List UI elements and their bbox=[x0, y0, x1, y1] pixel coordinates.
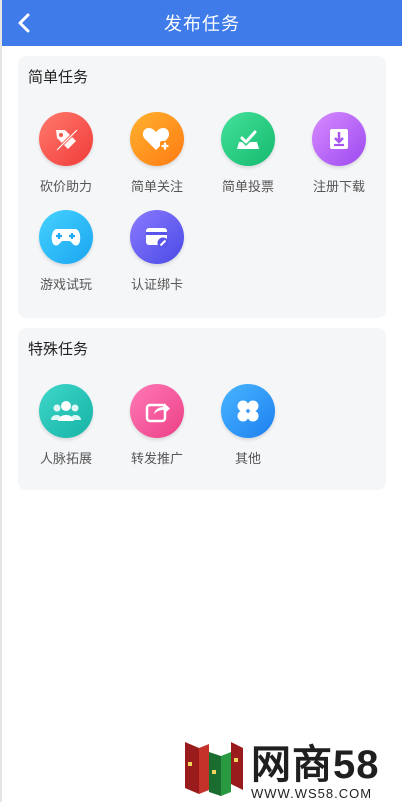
watermark-sub-text: WWW.WS58.COM bbox=[251, 785, 373, 801]
page-left-border bbox=[0, 0, 2, 802]
people-icon bbox=[39, 384, 93, 438]
page-title: 发布任务 bbox=[164, 14, 240, 35]
card-link-icon bbox=[130, 210, 184, 264]
task-label: 砍价助力 bbox=[39, 180, 92, 195]
download-icon bbox=[312, 112, 366, 166]
vote-box-icon bbox=[221, 112, 275, 166]
share-icon bbox=[130, 384, 184, 438]
section-title-simple: 简单任务 bbox=[28, 68, 89, 86]
task-register-download[interactable]: 注册下载 bbox=[299, 112, 379, 195]
task-label: 转发推广 bbox=[130, 452, 183, 467]
watermark-main-text: 网商58 bbox=[251, 742, 380, 787]
task-simple-vote[interactable]: 简单投票 bbox=[208, 112, 288, 195]
price-tag-slash-icon bbox=[39, 112, 93, 166]
special-tasks-card: 特殊任务 人脉拓展 转发推广 其他 bbox=[18, 328, 386, 490]
task-other[interactable]: 其他 bbox=[208, 384, 288, 467]
simple-tasks-card: 简单任务 砍价助力 简单关注 简单投票 注册下载 游戏试玩 认证绑卡 bbox=[18, 56, 386, 318]
cube-logo-icon bbox=[185, 742, 243, 796]
section-title-special: 特殊任务 bbox=[28, 340, 89, 358]
task-label: 游戏试玩 bbox=[39, 278, 92, 293]
app-header: 发布任务 bbox=[2, 0, 402, 46]
task-label: 注册下载 bbox=[312, 180, 365, 195]
chevron-left-icon bbox=[18, 13, 30, 33]
task-label: 简单投票 bbox=[221, 180, 274, 195]
task-bargain-help[interactable]: 砍价助力 bbox=[26, 112, 106, 195]
task-network-expand[interactable]: 人脉拓展 bbox=[26, 384, 106, 467]
task-verify-bind-card[interactable]: 认证绑卡 bbox=[117, 210, 197, 293]
task-share-promote[interactable]: 转发推广 bbox=[117, 384, 197, 467]
task-label: 人脉拓展 bbox=[39, 452, 92, 467]
task-label: 其他 bbox=[234, 452, 261, 467]
task-label: 简单关注 bbox=[130, 180, 183, 195]
back-button[interactable] bbox=[12, 11, 36, 35]
task-simple-follow[interactable]: 简单关注 bbox=[117, 112, 197, 195]
watermark-logo: 网商58 WWW.WS58.COM bbox=[185, 733, 395, 801]
task-game-trial[interactable]: 游戏试玩 bbox=[26, 210, 106, 293]
heart-plus-icon bbox=[130, 112, 184, 166]
gamepad-icon bbox=[39, 210, 93, 264]
task-label: 认证绑卡 bbox=[130, 278, 183, 293]
clover-icon bbox=[221, 384, 275, 438]
